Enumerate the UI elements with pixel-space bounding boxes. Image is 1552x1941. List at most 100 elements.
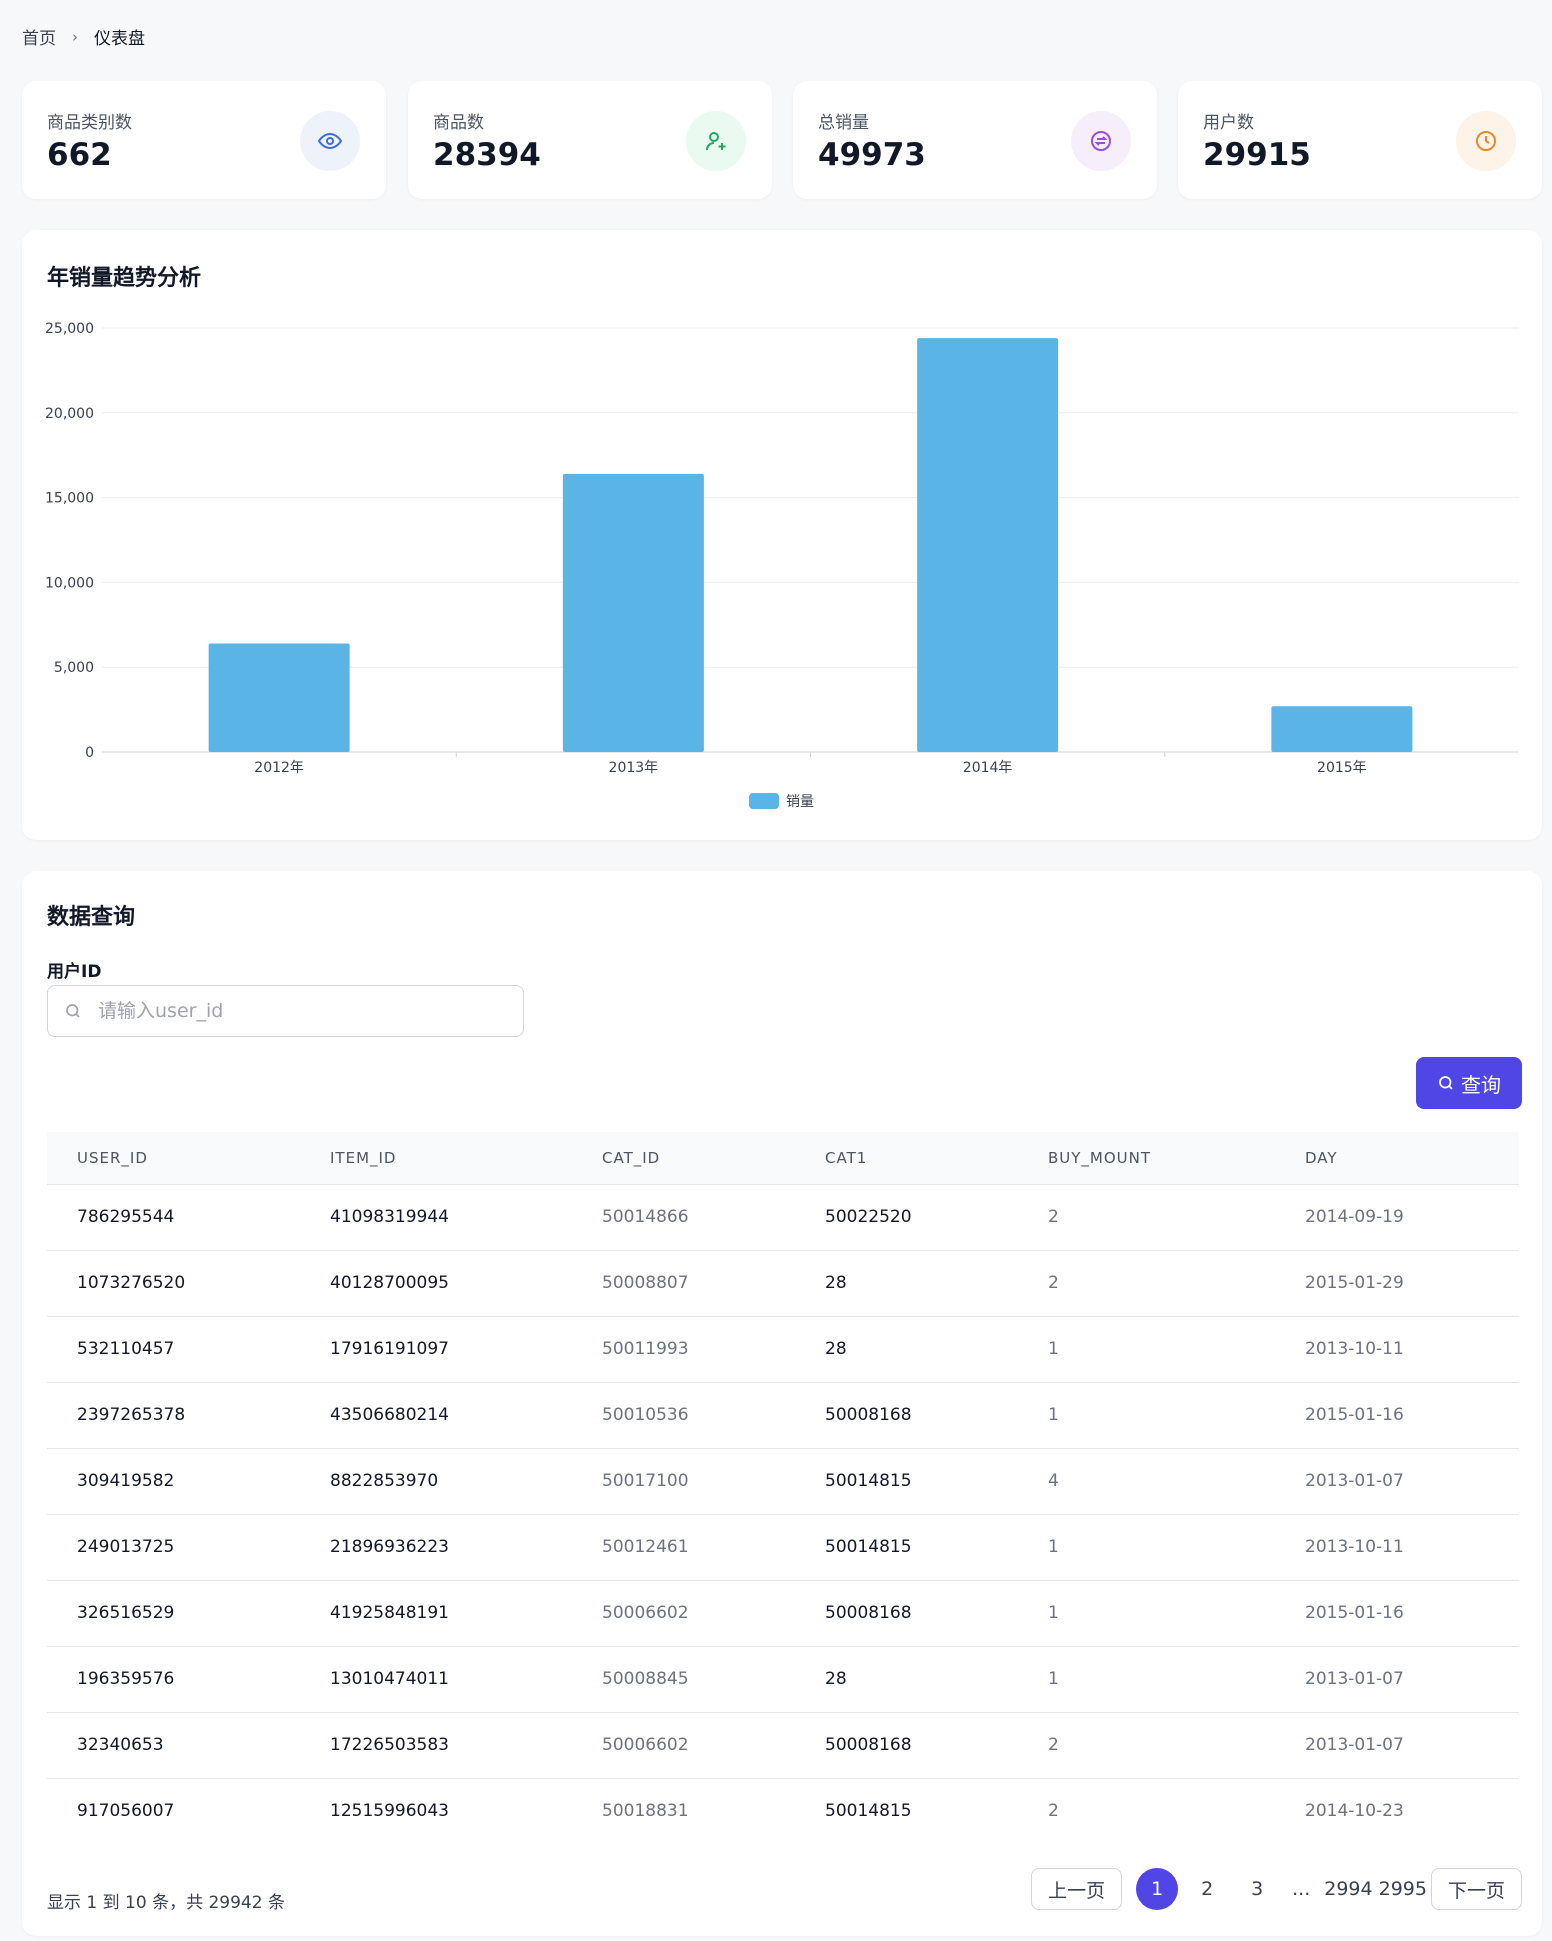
table-cell: 40128700095 bbox=[330, 1273, 449, 1293]
pagination: 上一页 1 2 3 ... 2994 2995 下一页 bbox=[1031, 1868, 1522, 1910]
table-row[interactable]: 917056007 12515996043 50018831 50014815 2 201… bbox=[47, 1778, 1519, 1844]
table-cell: 2013-01-07 bbox=[1305, 1669, 1404, 1689]
bar bbox=[208, 643, 350, 752]
column-header[interactable]: BUY_MOUNT bbox=[1018, 1132, 1275, 1184]
stat-value: 28394 bbox=[433, 137, 541, 173]
stat-card-users: 用户数 29915 bbox=[1178, 81, 1542, 199]
table-cell: 1 bbox=[1048, 1537, 1059, 1557]
table-cell: 50006602 bbox=[602, 1603, 689, 1623]
bar bbox=[917, 338, 1059, 752]
table-cell: 2013-01-07 bbox=[1305, 1735, 1404, 1755]
table-cell: 2 bbox=[1048, 1207, 1059, 1227]
table-cell: 2015-01-16 bbox=[1305, 1603, 1404, 1623]
table-cell: 50008168 bbox=[825, 1735, 912, 1755]
table-row[interactable]: 2397265378 43506680214 50010536 50008168 1 20… bbox=[47, 1382, 1519, 1448]
table-cell: 2013-10-11 bbox=[1305, 1339, 1404, 1359]
table-cell: 1073276520 bbox=[77, 1273, 186, 1293]
sales-bar-chart: 0 5,000 10,000 15,000 20,000 25,000 2012年 2013年… bbox=[45, 321, 1519, 810]
table-cell: 786295544 bbox=[77, 1207, 175, 1227]
table-row[interactable]: 326516529 41925848191 50006602 50008168 1 201… bbox=[47, 1580, 1519, 1646]
table-cell: 2397265378 bbox=[77, 1405, 186, 1425]
user-plus-icon bbox=[686, 111, 746, 171]
table-row[interactable]: 196359576 13010474011 50008845 28 1 2013-01-0… bbox=[47, 1646, 1519, 1712]
table-cell: 50011993 bbox=[602, 1339, 689, 1359]
stat-card-products: 商品数 28394 bbox=[408, 81, 772, 199]
query-button[interactable]: 查询 bbox=[1416, 1057, 1522, 1109]
search-icon bbox=[1439, 1076, 1453, 1090]
column-header[interactable]: DAY bbox=[1275, 1132, 1519, 1184]
table-header-row: USER_ID ITEM_ID CAT_ID CAT1 BUY_MOUNT DA… bbox=[47, 1132, 1519, 1184]
table-cell: 326516529 bbox=[77, 1603, 175, 1623]
page-2-button[interactable]: 2 bbox=[1186, 1868, 1228, 1910]
table-cell: 50018831 bbox=[602, 1801, 689, 1822]
stat-label: 用户数 bbox=[1203, 113, 1254, 133]
table-cell: 32340653 bbox=[77, 1735, 164, 1755]
table-row[interactable]: 1073276520 40128700095 50008807 28 2 2015-01-… bbox=[47, 1250, 1519, 1316]
y-tick-label: 25,000 bbox=[45, 321, 94, 337]
y-tick-label: 10,000 bbox=[45, 575, 94, 591]
breadcrumb-current: 仪表盘 bbox=[94, 29, 145, 49]
table-cell: 309419582 bbox=[77, 1471, 175, 1491]
table-cell: 2 bbox=[1048, 1801, 1059, 1822]
table-cell: 50014815 bbox=[825, 1537, 912, 1557]
table-cell: 50022520 bbox=[825, 1207, 912, 1227]
column-header[interactable]: CAT1 bbox=[795, 1132, 1018, 1184]
table-cell: 2 bbox=[1048, 1273, 1059, 1293]
column-header[interactable]: CAT_ID bbox=[572, 1132, 795, 1184]
table-cell: 50012461 bbox=[602, 1537, 689, 1557]
table-cell: 532110457 bbox=[77, 1339, 175, 1359]
column-header[interactable]: ITEM_ID bbox=[300, 1132, 572, 1184]
table-cell: 50010536 bbox=[602, 1405, 689, 1425]
last-pages-buttons[interactable]: 2994 2995 bbox=[1324, 1878, 1427, 1900]
table-cell: 28 bbox=[825, 1339, 847, 1359]
bar bbox=[1271, 706, 1413, 752]
table-cell: 4 bbox=[1048, 1471, 1059, 1491]
table-cell: 12515996043 bbox=[330, 1801, 449, 1822]
stat-value: 662 bbox=[47, 137, 112, 173]
table-cell: 50008807 bbox=[602, 1273, 689, 1293]
user-id-search-box bbox=[47, 985, 524, 1037]
table-cell: 21896936223 bbox=[330, 1537, 449, 1557]
page-1-button[interactable]: 1 bbox=[1136, 1868, 1179, 1910]
table-cell: 41098319944 bbox=[330, 1207, 449, 1227]
breadcrumb-home[interactable]: 首页 bbox=[22, 24, 56, 49]
stat-card-categories: 商品类别数 662 bbox=[22, 81, 386, 199]
table-cell: 2015-01-16 bbox=[1305, 1405, 1404, 1425]
table-row[interactable]: 532110457 17916191097 50011993 28 1 2013-10-1… bbox=[47, 1316, 1519, 1382]
prev-page-button[interactable]: 上一页 bbox=[1031, 1868, 1123, 1910]
legend-label: 销量 bbox=[786, 794, 814, 810]
table-row[interactable]: 32340653 17226503583 50006602 50008168 2 2013… bbox=[47, 1712, 1519, 1778]
pagination-ellipsis: ... bbox=[1292, 1878, 1311, 1900]
y-tick-label: 0 bbox=[85, 745, 94, 761]
data-table: USER_ID ITEM_ID CAT_ID CAT1 BUY_MOUNT DA… bbox=[47, 1132, 1519, 1844]
table-cell: 1 bbox=[1048, 1603, 1059, 1623]
legend-swatch bbox=[749, 793, 779, 809]
table-cell: 196359576 bbox=[77, 1669, 175, 1689]
table-cell: 1 bbox=[1048, 1405, 1059, 1425]
table-cell: 13010474011 bbox=[330, 1669, 449, 1689]
table-cell: 50008168 bbox=[825, 1603, 912, 1623]
table-cell: 50014866 bbox=[602, 1207, 689, 1227]
table-row[interactable]: 786295544 41098319944 50014866 50022520 2 201… bbox=[47, 1184, 1519, 1250]
table-cell: 917056007 bbox=[77, 1801, 175, 1822]
table-cell: 2013-10-11 bbox=[1305, 1537, 1404, 1557]
table-row[interactable]: 309419582 8822853970 50017100 50014815 4 2013… bbox=[47, 1448, 1519, 1514]
eye-icon bbox=[300, 111, 360, 171]
x-tick-label: 2015年 bbox=[1317, 760, 1367, 776]
table-cell: 50014815 bbox=[825, 1471, 912, 1491]
table-cell: 50008168 bbox=[825, 1405, 912, 1425]
column-header[interactable]: USER_ID bbox=[47, 1132, 300, 1184]
user-id-input[interactable] bbox=[98, 1000, 523, 1022]
table-cell: 41925848191 bbox=[330, 1603, 449, 1623]
x-tick-label: 2014年 bbox=[963, 760, 1013, 776]
table-cell: 1 bbox=[1048, 1339, 1059, 1359]
table-row[interactable]: 249013725 21896936223 50012461 50014815 1 201… bbox=[47, 1514, 1519, 1580]
table-cell: 2015-01-29 bbox=[1305, 1273, 1404, 1293]
table-cell: 8822853970 bbox=[330, 1471, 439, 1491]
next-page-button[interactable]: 下一页 bbox=[1430, 1868, 1522, 1910]
stat-label: 商品类别数 bbox=[47, 113, 132, 133]
chevron-right-icon: › bbox=[72, 27, 78, 46]
page-3-button[interactable]: 3 bbox=[1236, 1868, 1278, 1910]
clock-icon bbox=[1456, 111, 1516, 171]
stat-label: 总销量 bbox=[818, 113, 869, 133]
